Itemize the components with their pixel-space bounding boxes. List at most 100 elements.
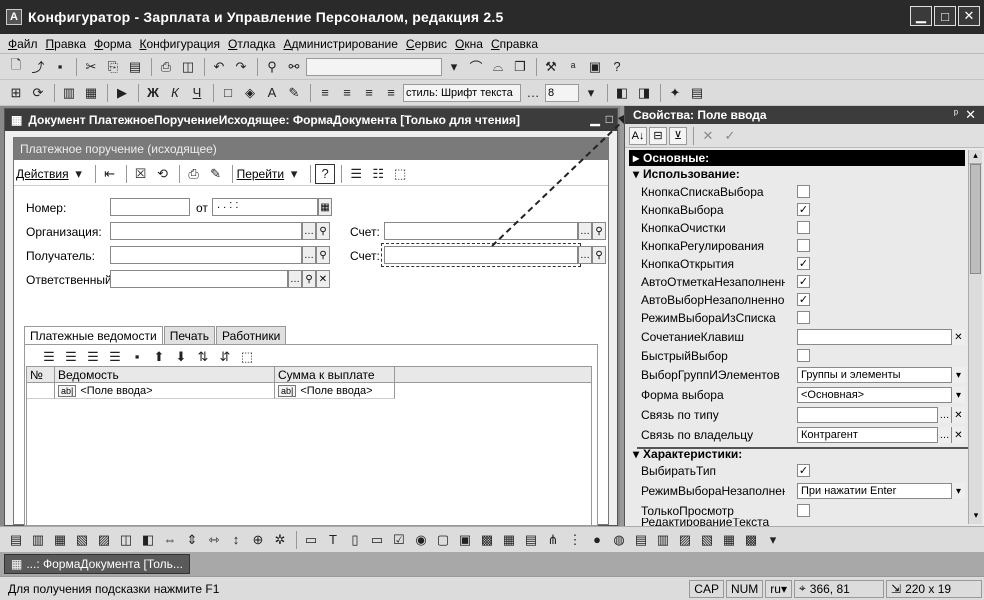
tools-icon[interactable]: ⚒ xyxy=(541,57,561,77)
mode-unfilled-select[interactable]: При нажатии Enter xyxy=(797,483,965,499)
property-checkbox[interactable]: ✓ xyxy=(797,293,810,306)
recipient-field[interactable] xyxy=(110,246,302,264)
move-up-icon[interactable]: ⬆ xyxy=(149,347,169,367)
apply-icon[interactable]: ✓ xyxy=(720,126,740,146)
book-icon[interactable]: ▣ xyxy=(585,57,605,77)
groups-select[interactable]: Группы и элементы xyxy=(797,367,965,383)
more-icon[interactable]: ▾ xyxy=(763,530,783,550)
column-header-number[interactable]: № xyxy=(27,367,55,383)
calendar-icon[interactable]: ▦ xyxy=(318,198,332,216)
cancel-icon[interactable]: ✕ xyxy=(698,126,718,146)
space-v-icon[interactable]: ⇕ xyxy=(182,530,202,550)
copy-row-icon[interactable]: ☰ xyxy=(61,347,81,367)
property-row[interactable]: КнопкаОчистки xyxy=(625,219,969,237)
property-row[interactable]: КнопкаОткрытия ✓ xyxy=(625,255,969,273)
space-h-icon[interactable]: ⇔ xyxy=(160,530,180,550)
window-icon[interactable]: ❐ xyxy=(510,57,530,77)
chart-icon[interactable]: ▥ xyxy=(653,530,673,550)
group-characteristics[interactable]: ▾ Характеристики: xyxy=(629,446,965,462)
brush-icon[interactable]: ✎ xyxy=(284,83,304,103)
run-icon[interactable]: ▶ xyxy=(112,83,132,103)
image-icon[interactable]: ▩ xyxy=(477,530,497,550)
menu-service[interactable]: Сервис xyxy=(406,37,447,51)
style-select[interactable]: стиль: Шрифт текста xyxy=(403,83,521,102)
group-usage[interactable]: ▾ Использование: xyxy=(629,166,965,182)
align-bottom-icon[interactable]: ▦ xyxy=(50,530,70,550)
text-icon[interactable]: T xyxy=(323,530,343,550)
wizard-icon[interactable]: ✦ xyxy=(665,83,685,103)
property-checkbox[interactable] xyxy=(797,239,810,252)
align-center-icon[interactable]: ≡ xyxy=(337,83,357,103)
splitter-icon[interactable]: ⋮ xyxy=(565,530,585,550)
readonly-checkbox[interactable] xyxy=(797,504,810,517)
selection-icon[interactable]: ⬚ xyxy=(390,164,410,184)
post-icon[interactable]: ⇤ xyxy=(100,164,120,184)
menu-form[interactable]: Форма xyxy=(94,37,131,51)
underline-icon[interactable]: Ч xyxy=(187,83,207,103)
clear-icon[interactable]: ✕ xyxy=(951,427,965,443)
input-icon[interactable]: ▯ xyxy=(345,530,365,550)
property-row-choose-type[interactable]: ВыбиратьТип ✓ xyxy=(625,462,969,480)
property-row[interactable]: АвтоВыборНезаполненного ✓ xyxy=(625,291,969,309)
align-height-icon[interactable]: ▧ xyxy=(72,530,92,550)
selection-icon[interactable]: ⬚ xyxy=(237,347,257,367)
add-row-icon[interactable]: ☰ xyxy=(39,347,59,367)
property-row[interactable]: КнопкаСпискаВыбора xyxy=(625,183,969,201)
sort-alpha-icon[interactable]: A↓ xyxy=(629,126,647,145)
scroll-down-icon[interactable]: ▾ xyxy=(969,510,983,524)
hotkey-field[interactable] xyxy=(797,329,965,345)
font-color-icon[interactable]: A xyxy=(262,83,282,103)
border-icon[interactable]: □ xyxy=(218,83,238,103)
ok-icon[interactable]: ▭ xyxy=(301,530,321,550)
panel-icon[interactable]: ▣ xyxy=(455,530,475,550)
justify-icon[interactable]: ≡ xyxy=(381,83,401,103)
help-icon[interactable]: ? xyxy=(315,163,336,184)
config-icon[interactable]: ⊞ xyxy=(6,83,26,103)
taskbar-item-form[interactable]: ▦...: ФормаДокумента [Толь... xyxy=(4,554,190,574)
list-icon[interactable]: ☰ xyxy=(346,164,366,184)
property-row-choice-form[interactable]: Форма выбора <Основная> ▾ xyxy=(625,386,969,404)
spread-h-icon[interactable]: ⇿ xyxy=(204,530,224,550)
table-cell[interactable]: ab| <Поле ввода> xyxy=(275,383,395,399)
properties-scrollbar[interactable]: ▴ ▾ xyxy=(968,150,982,524)
textdoc-icon[interactable]: ▤ xyxy=(631,530,651,550)
font-size-select[interactable]: 8 xyxy=(545,83,579,102)
align-top-icon[interactable]: ▤ xyxy=(6,530,26,550)
clear-icon[interactable]: ✕ xyxy=(316,270,330,288)
html-icon[interactable]: ◍ xyxy=(609,530,629,550)
tab-payrolls[interactable]: Платежные ведомости xyxy=(24,326,163,344)
property-row-text-edit[interactable]: РедактированиеТекста xyxy=(625,518,969,526)
help-icon[interactable]: ? xyxy=(607,57,627,77)
property-row-groups[interactable]: ВыборГруппИЭлементов Группы и элементы ▾ xyxy=(625,366,969,384)
clear-icon[interactable]: ✕ xyxy=(951,407,965,423)
bulb-icon[interactable]: ✲ xyxy=(270,530,290,550)
property-checkbox[interactable] xyxy=(797,311,810,324)
categorize-icon[interactable]: ⊟ xyxy=(649,126,667,145)
update-icon[interactable]: ⟳ xyxy=(28,83,48,103)
property-row-type-link[interactable]: Связь по типу … ✕ xyxy=(625,406,969,424)
select-icon[interactable]: … xyxy=(302,246,316,264)
menu-windows[interactable]: Окна xyxy=(455,37,483,51)
sort-asc-icon[interactable]: ⇅ xyxy=(193,347,213,367)
number-field[interactable] xyxy=(110,198,190,216)
table-cell[interactable] xyxy=(27,383,55,399)
choice-form-select[interactable]: <Основная> xyxy=(797,387,965,403)
bold-icon[interactable]: Ж xyxy=(143,83,163,103)
copy-icon[interactable]: ⎘ xyxy=(103,57,123,77)
calendar-icon[interactable]: ▦ xyxy=(81,83,101,103)
align-right-icon[interactable]: ≡ xyxy=(359,83,379,103)
goto-menu[interactable]: Перейти xyxy=(237,167,285,181)
tab-print[interactable]: Печать xyxy=(163,326,215,344)
undo-icon[interactable]: ↶ xyxy=(209,57,229,77)
gantt-icon[interactable]: ▨ xyxy=(675,530,695,550)
group-main[interactable]: ▸ Основные: xyxy=(629,150,965,166)
choose-type-checkbox[interactable]: ✓ xyxy=(797,464,810,477)
minimize-button[interactable]: ▁ xyxy=(910,6,932,26)
center-h-icon[interactable]: ◫ xyxy=(116,530,136,550)
calendar-icon[interactable]: ▦ xyxy=(719,530,739,550)
search-prev-icon[interactable]: ⌒ xyxy=(466,57,486,77)
select-icon[interactable]: … xyxy=(302,222,316,240)
move-down-icon[interactable]: ⬇ xyxy=(171,347,191,367)
frame-icon[interactable]: ▢ xyxy=(433,530,453,550)
menu-admin[interactable]: Администрирование xyxy=(283,37,397,51)
